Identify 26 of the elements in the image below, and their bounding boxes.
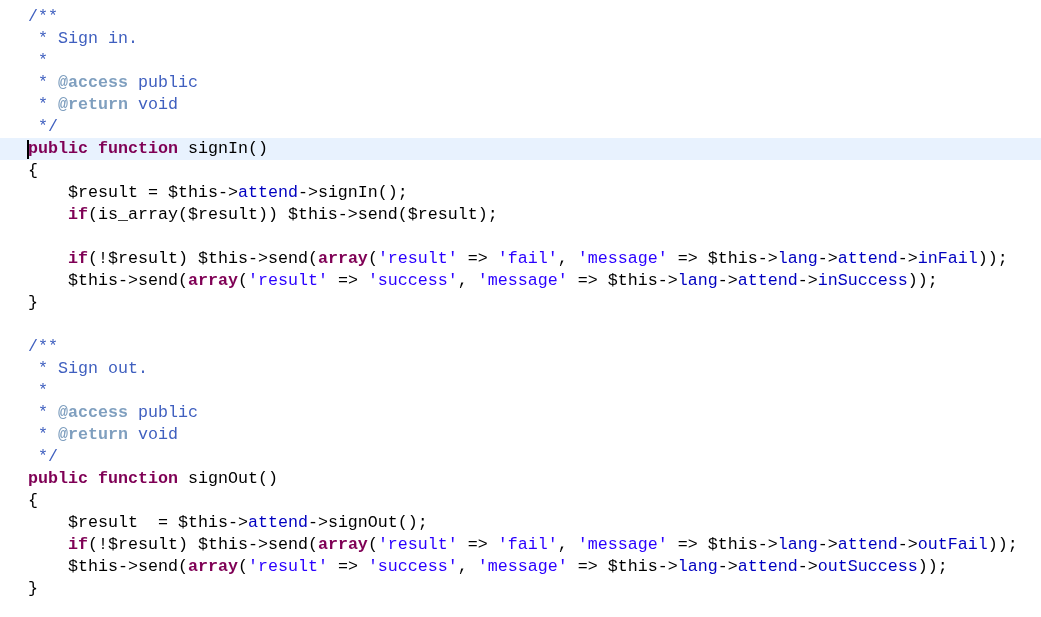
text-caret <box>27 140 29 159</box>
code-line: * <box>37 50 48 72</box>
code-line: } <box>28 292 38 314</box>
code-line: /** <box>28 6 58 28</box>
code-line: * <box>37 380 48 402</box>
code-line: * Sign out. <box>37 358 148 380</box>
code-line: * @return void <box>37 424 178 446</box>
code-line: if(!$result) $this->send(array('result' => 'fail', 'message' => $this->lang->attend->inFail)); <box>66 248 1008 270</box>
code-line: $result = $this->attend->signIn(); <box>66 182 408 204</box>
code-line: /** <box>28 336 58 358</box>
code-line: $this->send(array('result' => 'success', 'message' => $this->lang->attend->inSuccess)); <box>66 270 938 292</box>
code-line: * @access public <box>37 72 198 94</box>
code-line: $result = $this->attend->signOut(); <box>66 512 428 534</box>
code-line: * @access public <box>37 402 198 424</box>
code-line: * @return void <box>37 94 178 116</box>
code-line: if(!$result) $this->send(array('result' => 'fail', 'message' => $this->lang->attend->outFail)); <box>66 534 1018 556</box>
code-line: $this->send(array('result' => 'success', 'message' => $this->lang->attend->outSuccess)); <box>66 556 948 578</box>
code-line: */ <box>37 116 58 138</box>
code-line: */ <box>37 446 58 468</box>
code-line: public function signOut() <box>28 468 278 490</box>
code-line: { <box>28 160 38 182</box>
code-line: * Sign in. <box>37 28 138 50</box>
code-line: public function signIn() <box>28 138 268 160</box>
code-line: { <box>28 490 38 512</box>
code-line: if(is_array($result)) $this->send($result); <box>66 204 498 226</box>
code-line: } <box>28 578 38 600</box>
